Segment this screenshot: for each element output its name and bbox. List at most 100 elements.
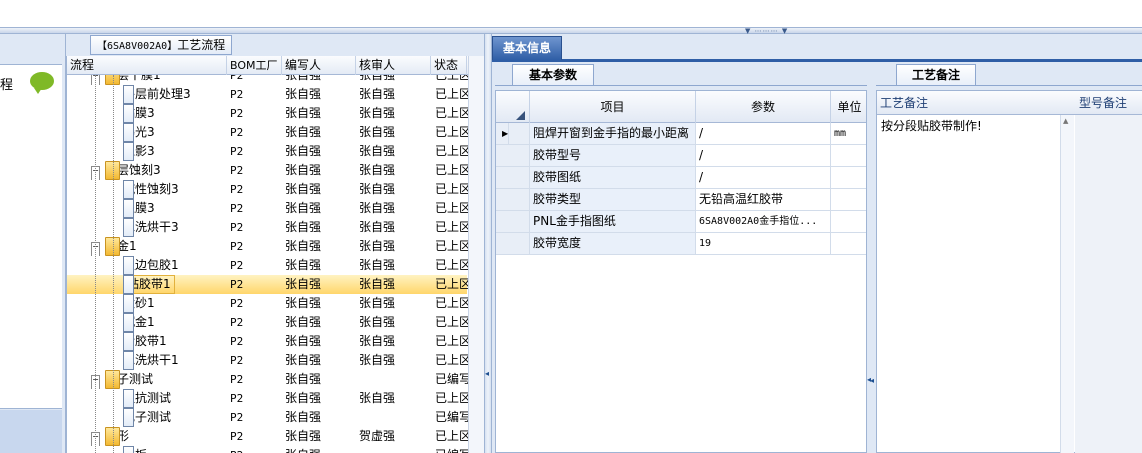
tree-node[interactable]: 外层前处理3 <box>67 85 227 104</box>
tree-row[interactable]: − 外层蚀刻3 P2 张自强 张自强 已上区 <box>67 161 469 180</box>
tree-node[interactable]: 退膜3 <box>67 199 227 218</box>
col-header-writer[interactable]: 编写人 <box>282 56 356 75</box>
param-item-cell[interactable]: 胶带类型 <box>530 189 696 210</box>
chat-bubble-icon[interactable] <box>30 72 54 94</box>
model-note-cell[interactable] <box>1075 115 1142 453</box>
col-header-value[interactable]: 参数 <box>696 91 831 123</box>
vertical-splitter[interactable]: ◂ <box>484 34 492 453</box>
notes-collapse-icon[interactable]: ◂ <box>870 376 874 385</box>
param-value-cell[interactable]: 无铅高温红胶带 <box>696 189 831 210</box>
row-header-cell[interactable] <box>496 211 530 232</box>
col-header-reviewer[interactable]: 核审人 <box>356 56 431 75</box>
params-corner-cell[interactable] <box>496 91 530 123</box>
tree-node[interactable]: 铣板 <box>67 446 227 453</box>
params-row[interactable]: PNL金手指图纸 6SA8V002A0金手指位... <box>496 211 866 233</box>
tree-row[interactable]: 阻抗测试 P2 张自强 张自强 已上区 <box>67 389 469 408</box>
tree-row[interactable]: 撕胶带1 P2 张自强 张自强 已上区 <box>67 332 469 351</box>
param-value-cell[interactable]: / <box>696 167 831 188</box>
param-item-cell[interactable]: 胶带型号 <box>530 145 696 166</box>
params-row[interactable]: 胶带类型 无铅高温红胶带 <box>496 189 866 211</box>
tree-node[interactable]: 撕胶带1 <box>67 332 227 351</box>
col-header-item[interactable]: 项目 <box>530 91 696 123</box>
tree-row[interactable]: 退膜3 P2 张自强 张自强 已上区 <box>67 199 469 218</box>
params-row[interactable]: 胶带型号 / <box>496 145 866 167</box>
tree-node[interactable]: 曝光3 <box>67 123 227 142</box>
col-header-unit[interactable]: 单位 <box>831 91 866 123</box>
tree-node[interactable]: 阻抗测试 <box>67 389 227 408</box>
tree-row[interactable]: 喷砂1 P2 张自强 张自强 已上区 <box>67 294 469 313</box>
process-note-scrollbar[interactable]: ▲ <box>1060 115 1074 453</box>
param-value-cell[interactable]: / <box>696 123 831 144</box>
tree-row[interactable]: 沉金1 P2 张自强 张自强 已上区 <box>67 313 469 332</box>
param-item-cell[interactable]: 阻焊开窗到金手指的最小距离 <box>530 123 696 144</box>
col-header-model-note[interactable]: 型号备注 <box>1076 91 1127 115</box>
row-header-cell[interactable] <box>496 167 530 188</box>
tree-node[interactable]: 水洗烘干1 <box>67 351 227 370</box>
params-row[interactable]: ▶ 阻焊开窗到金手指的最小距离 / mm <box>496 123 866 145</box>
row-header-cell[interactable] <box>496 145 530 166</box>
param-item-cell[interactable]: 胶带宽度 <box>530 233 696 254</box>
param-value-cell[interactable]: / <box>696 145 831 166</box>
tree-node[interactable]: 板边包胶1 <box>67 256 227 275</box>
tree-row[interactable]: 铣板P2张自强 已编写 <box>67 446 469 453</box>
tree-row[interactable]: − 沉金1 P2 张自强 张自强 已上区 <box>67 237 469 256</box>
tree-row[interactable]: 电子测试 P2 张自强 已编写 <box>67 408 469 427</box>
tree-node[interactable]: 水洗烘干3 <box>67 218 227 237</box>
tree-row[interactable]: 板边包胶1 P2 张自强 张自强 已上区 <box>67 256 469 275</box>
tree-node[interactable]: 显影3 <box>67 142 227 161</box>
tree-row[interactable]: −外形P2 张自强 贺虚强 已上区 <box>67 427 469 446</box>
col-header-flow[interactable]: 流程 <box>67 56 227 75</box>
tree-node[interactable]: − 沉金1 <box>67 237 227 256</box>
tree-node[interactable]: 喷砂1 <box>67 294 227 313</box>
tree-row[interactable]: 贴膜3 P2 张自强 张自强 已上区 <box>67 104 469 123</box>
tree-node[interactable]: 电子测试 <box>67 408 227 427</box>
tree-row[interactable]: − 电子测试 P2 张自强 已编写 <box>67 370 469 389</box>
col-header-process-note[interactable]: 工艺备注 <box>877 91 928 115</box>
splitter-left-arrow-icon[interactable]: ◂ <box>485 369 489 378</box>
param-unit-cell[interactable] <box>831 167 866 188</box>
param-value-cell[interactable]: 6SA8V002A0金手指位... <box>696 211 831 232</box>
tree-cell-reviewer: 张自强 <box>359 315 396 329</box>
tree-node[interactable]: 贴胶带1 <box>67 275 227 294</box>
params-row[interactable]: 胶带宽度 19 <box>496 233 866 255</box>
tree-row[interactable]: 曝光3 P2 张自强 张自强 已上区 <box>67 123 469 142</box>
tab-process-notes[interactable]: 工艺备注 <box>896 64 976 86</box>
tree-row[interactable]: 贴胶带1 P2 张自强 张自强 已上区 <box>67 275 469 294</box>
param-item-cell[interactable]: PNL金手指图纸 <box>530 211 696 232</box>
row-header-cell[interactable] <box>496 189 530 210</box>
tab-basic-params[interactable]: 基本参数 <box>512 64 594 86</box>
param-unit-cell[interactable]: mm <box>831 123 866 144</box>
tree-node[interactable]: 贴膜3 <box>67 104 227 123</box>
tree-node[interactable]: −外形 <box>67 427 227 446</box>
scroll-up-icon[interactable]: ▲ <box>1063 117 1068 125</box>
process-note-cell[interactable]: 按分段贴胶带制作! ▲ <box>877 115 1074 453</box>
tree-row[interactable]: 外层前处理3 P2 张自强 张自强 已上区 <box>67 85 469 104</box>
param-item-cell[interactable]: 胶带图纸 <box>530 167 696 188</box>
left-nav-label[interactable]: 程 <box>0 74 13 93</box>
param-value-cell[interactable]: 19 <box>696 233 831 254</box>
tree-row[interactable]: 水洗烘干3 P2 张自强 张自强 已上区 <box>67 218 469 237</box>
select-all-icon[interactable] <box>516 111 525 120</box>
param-unit-cell[interactable] <box>831 211 866 232</box>
tree-row[interactable]: 水洗烘干1 P2 张自强 张自强 已上区 <box>67 351 469 370</box>
tree-node[interactable]: − 外层蚀刻3 <box>67 161 227 180</box>
tree-row[interactable]: 碱性蚀刻3 P2 张自强 张自强 已上区 <box>67 180 469 199</box>
tree-node[interactable]: − 电子测试 <box>67 370 227 389</box>
col-header-status[interactable]: 状态 <box>431 56 467 75</box>
param-unit-cell[interactable] <box>831 145 866 166</box>
tree-row[interactable]: 显影3 P2 张自强 张自强 已上区 <box>67 142 469 161</box>
notes-grid[interactable]: 工艺备注 型号备注 按分段贴胶带制作! ▲ <box>876 90 1142 453</box>
tab-basic-info[interactable]: 基本信息 <box>492 36 562 60</box>
params-row[interactable]: 胶带图纸 / <box>496 167 866 189</box>
horizontal-splitter[interactable]: ▼ ⋯⋯⋯ ▼ <box>0 27 1142 35</box>
params-grid[interactable]: 项目 参数 单位 ▶ 阻焊开窗到金手指的最小距离 / mm 胶带型号 / 胶带图纸 / 胶带类型… <box>495 90 867 453</box>
row-header-cell[interactable] <box>496 233 530 254</box>
tree-vertical-scrollbar[interactable] <box>468 56 484 453</box>
param-unit-cell[interactable] <box>831 233 866 254</box>
col-header-bom[interactable]: BOM工厂 <box>227 56 282 75</box>
row-header-cell[interactable]: ▶ <box>496 123 530 144</box>
tree-node[interactable]: 碱性蚀刻3 <box>67 180 227 199</box>
param-unit-cell[interactable] <box>831 189 866 210</box>
process-tree-grid[interactable]: − 外层干膜1 P2 张自强 张自强 已上区 外层前处理3 P2 张自强 张自强 已上区 贴膜3 P2 张… <box>66 56 484 453</box>
tree-node[interactable]: 沉金1 <box>67 313 227 332</box>
